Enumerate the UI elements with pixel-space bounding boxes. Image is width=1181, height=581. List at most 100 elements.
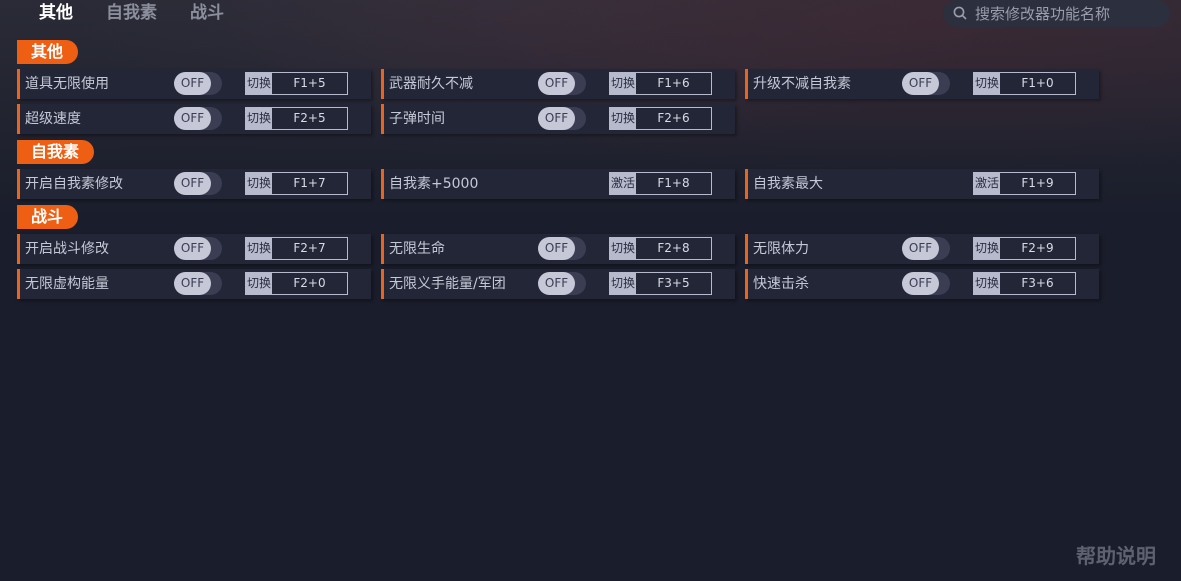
hotkey-button[interactable]: 切换 F1+6	[609, 72, 712, 95]
cheat-toggle[interactable]: OFF	[902, 272, 950, 295]
cheat-toggle[interactable]: OFF	[902, 72, 950, 95]
hotkey-mode-label: 切换	[610, 108, 636, 129]
cheat-toggle[interactable]: OFF	[174, 272, 222, 295]
cheat-row: 超级速度 OFF 切换 F2+5	[17, 104, 371, 134]
cheat-row: 无限虚构能量 OFF 切换 F2+0	[17, 269, 371, 299]
hotkey-mode-label: 切换	[974, 238, 1000, 259]
cheat-row: 武器耐久不减 OFF 切换 F1+6	[381, 69, 735, 99]
hotkey-button[interactable]: 切换 F2+9	[973, 237, 1076, 260]
cheat-label: 无限体力	[753, 241, 809, 257]
hotkey-combo: F1+9	[1021, 176, 1054, 190]
toggle-state-label: OFF	[902, 272, 939, 295]
hotkey-combo: F3+5	[657, 276, 690, 290]
cheat-toggle[interactable]: OFF	[538, 272, 586, 295]
help-link[interactable]: 帮助说明	[1076, 540, 1156, 569]
cheat-row: 升级不减自我素 OFF 切换 F1+0	[745, 69, 1099, 99]
cheat-toggle[interactable]: OFF	[174, 72, 222, 95]
cheat-toggle[interactable]: OFF	[538, 237, 586, 260]
hotkey-button[interactable]: 切换 F2+0	[245, 272, 348, 295]
hotkey-mode-label: 切换	[246, 273, 272, 294]
top-nav: 其他 自我素 战斗	[0, 0, 1181, 30]
hotkey-button[interactable]: 切换 F2+8	[609, 237, 712, 260]
hotkey-combo: F1+0	[1021, 76, 1054, 90]
cheat-label: 无限生命	[389, 241, 445, 257]
hotkey-button[interactable]: 切换 F3+6	[973, 272, 1076, 295]
hotkey-combo: F2+0	[293, 276, 326, 290]
cheat-toggle[interactable]: OFF	[902, 237, 950, 260]
toggle-state-label: OFF	[538, 107, 575, 130]
hotkey-combo: F2+6	[657, 111, 690, 125]
cheat-toggle[interactable]: OFF	[174, 107, 222, 130]
cheat-row: 道具无限使用 OFF 切换 F1+5	[17, 69, 371, 99]
hotkey-mode-label: 切换	[246, 108, 272, 129]
section-title-combat: 战斗	[17, 205, 79, 229]
hotkey-combo: F3+6	[1021, 276, 1054, 290]
toggle-state-label: OFF	[174, 272, 211, 295]
search-input[interactable]	[975, 0, 1160, 27]
cheat-toggle[interactable]: OFF	[538, 107, 586, 130]
hotkey-button[interactable]: 切换 F2+5	[245, 107, 348, 130]
cheat-row: 子弹时间 OFF 切换 F2+6	[381, 104, 735, 134]
toggle-state-label: OFF	[174, 107, 211, 130]
hotkey-mode-label: 切换	[246, 73, 272, 94]
hotkey-mode-label: 切换	[974, 273, 1000, 294]
toggle-state-label: OFF	[902, 237, 939, 260]
cheat-label: 自我素最大	[753, 176, 823, 192]
cheat-label: 开启战斗修改	[25, 241, 109, 257]
section-title-self-element: 自我素	[17, 140, 95, 164]
cheat-label: 自我素+5000	[389, 176, 479, 192]
hotkey-combo: F2+7	[293, 241, 326, 255]
cheat-toggle[interactable]: OFF	[174, 237, 222, 260]
hotkey-button[interactable]: 切换 F1+7	[245, 172, 348, 195]
cheat-row: 快速击杀 OFF 切换 F3+6	[745, 269, 1099, 299]
tab-combat[interactable]: 战斗	[190, 0, 224, 26]
hotkey-mode-label: 激活	[610, 173, 636, 194]
cheat-label: 快速击杀	[753, 276, 809, 292]
cheat-row: 自我素最大 激活 F1+9	[745, 169, 1099, 199]
hotkey-button[interactable]: 激活 F1+8	[609, 172, 712, 195]
cheat-label: 道具无限使用	[25, 76, 109, 92]
cheat-toggle[interactable]: OFF	[538, 72, 586, 95]
hotkey-button[interactable]: 切换 F1+5	[245, 72, 348, 95]
toggle-state-label: OFF	[538, 237, 575, 260]
cheat-row: 无限义手能量/军团 OFF 切换 F3+5	[381, 269, 735, 299]
toggle-state-label: OFF	[174, 237, 211, 260]
cheat-label: 升级不减自我素	[753, 76, 851, 92]
search-icon	[953, 6, 967, 20]
hotkey-button[interactable]: 切换 F3+5	[609, 272, 712, 295]
search-box[interactable]	[943, 0, 1170, 27]
toggle-state-label: OFF	[538, 272, 575, 295]
cheat-row: 开启自我素修改 OFF 切换 F1+7	[17, 169, 371, 199]
cheat-label: 无限义手能量/军团	[389, 276, 506, 292]
tab-self-element[interactable]: 自我素	[106, 0, 157, 26]
cheat-toggle[interactable]: OFF	[174, 172, 222, 195]
cheat-row: 无限体力 OFF 切换 F2+9	[745, 234, 1099, 264]
hotkey-mode-label: 切换	[610, 238, 636, 259]
hotkey-mode-label: 切换	[610, 273, 636, 294]
cheat-row: 开启战斗修改 OFF 切换 F2+7	[17, 234, 371, 264]
cheat-row: 自我素+5000 激活 F1+8	[381, 169, 735, 199]
hotkey-mode-label: 切换	[246, 173, 272, 194]
hotkey-combo: F2+5	[293, 111, 326, 125]
toggle-state-label: OFF	[174, 172, 211, 195]
hotkey-combo: F2+9	[1021, 241, 1054, 255]
hotkey-mode-label: 激活	[974, 173, 1000, 194]
hotkey-button[interactable]: 激活 F1+9	[973, 172, 1076, 195]
hotkey-button[interactable]: 切换 F2+6	[609, 107, 712, 130]
hotkey-mode-label: 切换	[974, 73, 1000, 94]
cheat-label: 子弹时间	[389, 111, 445, 127]
hotkey-combo: F1+5	[293, 76, 326, 90]
hotkey-mode-label: 切换	[610, 73, 636, 94]
hotkey-combo: F2+8	[657, 241, 690, 255]
hotkey-button[interactable]: 切换 F2+7	[245, 237, 348, 260]
toggle-state-label: OFF	[902, 72, 939, 95]
tab-other[interactable]: 其他	[39, 0, 73, 26]
cheat-row: 无限生命 OFF 切换 F2+8	[381, 234, 735, 264]
hotkey-button[interactable]: 切换 F1+0	[973, 72, 1076, 95]
toggle-state-label: OFF	[538, 72, 575, 95]
cheat-label: 超级速度	[25, 111, 81, 127]
toggle-state-label: OFF	[174, 72, 211, 95]
hotkey-combo: F1+8	[657, 176, 690, 190]
cheat-label: 开启自我素修改	[25, 176, 123, 192]
cheat-label: 武器耐久不减	[389, 76, 473, 92]
